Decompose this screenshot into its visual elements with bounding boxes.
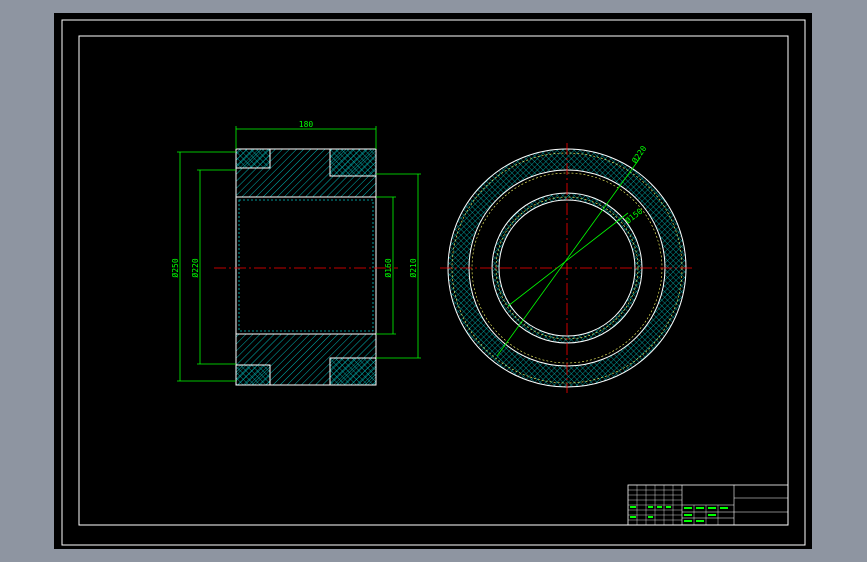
top-left-groove-crosshatch — [236, 149, 270, 168]
top-right-groove-crosshatch — [330, 149, 376, 176]
groove-diameter-label: Ø210 — [408, 258, 418, 277]
step-diameter-dimension: Ø220 — [190, 169, 236, 365]
bottom-left-groove-crosshatch — [236, 365, 270, 385]
drawing-canvas: 180 Ø250 Ø220 Ø160 Ø210 Ø220 Ø150 — [61, 19, 806, 546]
section-view[interactable]: 180 Ø250 Ø220 Ø160 Ø210 — [170, 120, 421, 386]
length-label: 180 — [299, 120, 314, 129]
title-block[interactable] — [627, 484, 789, 526]
drawing-sheet: 180 Ø250 Ø220 Ø160 Ø210 Ø220 Ø150 — [54, 13, 812, 549]
bore-diameter-dimension: Ø160 — [376, 196, 396, 335]
outer-diameter-label: Ø250 — [170, 258, 180, 277]
title-block-tiny-text-marks — [630, 506, 728, 522]
end-view[interactable]: Ø220 Ø150 — [440, 140, 700, 400]
cad-viewport[interactable]: 180 Ø250 Ø220 Ø160 Ø210 Ø220 Ø150 — [0, 0, 867, 562]
length-dimension: 180 — [235, 120, 377, 149]
step-diameter-label: Ø220 — [190, 258, 200, 277]
bottom-right-groove-crosshatch — [330, 358, 376, 385]
inner-ring-crosshatch — [480, 180, 660, 360]
outer-diameter-dimension: Ø250 — [170, 151, 236, 382]
groove-diameter-dimension: Ø210 — [376, 173, 421, 359]
bore-diameter-label: Ø160 — [383, 258, 393, 277]
liner-outline — [238, 199, 374, 332]
